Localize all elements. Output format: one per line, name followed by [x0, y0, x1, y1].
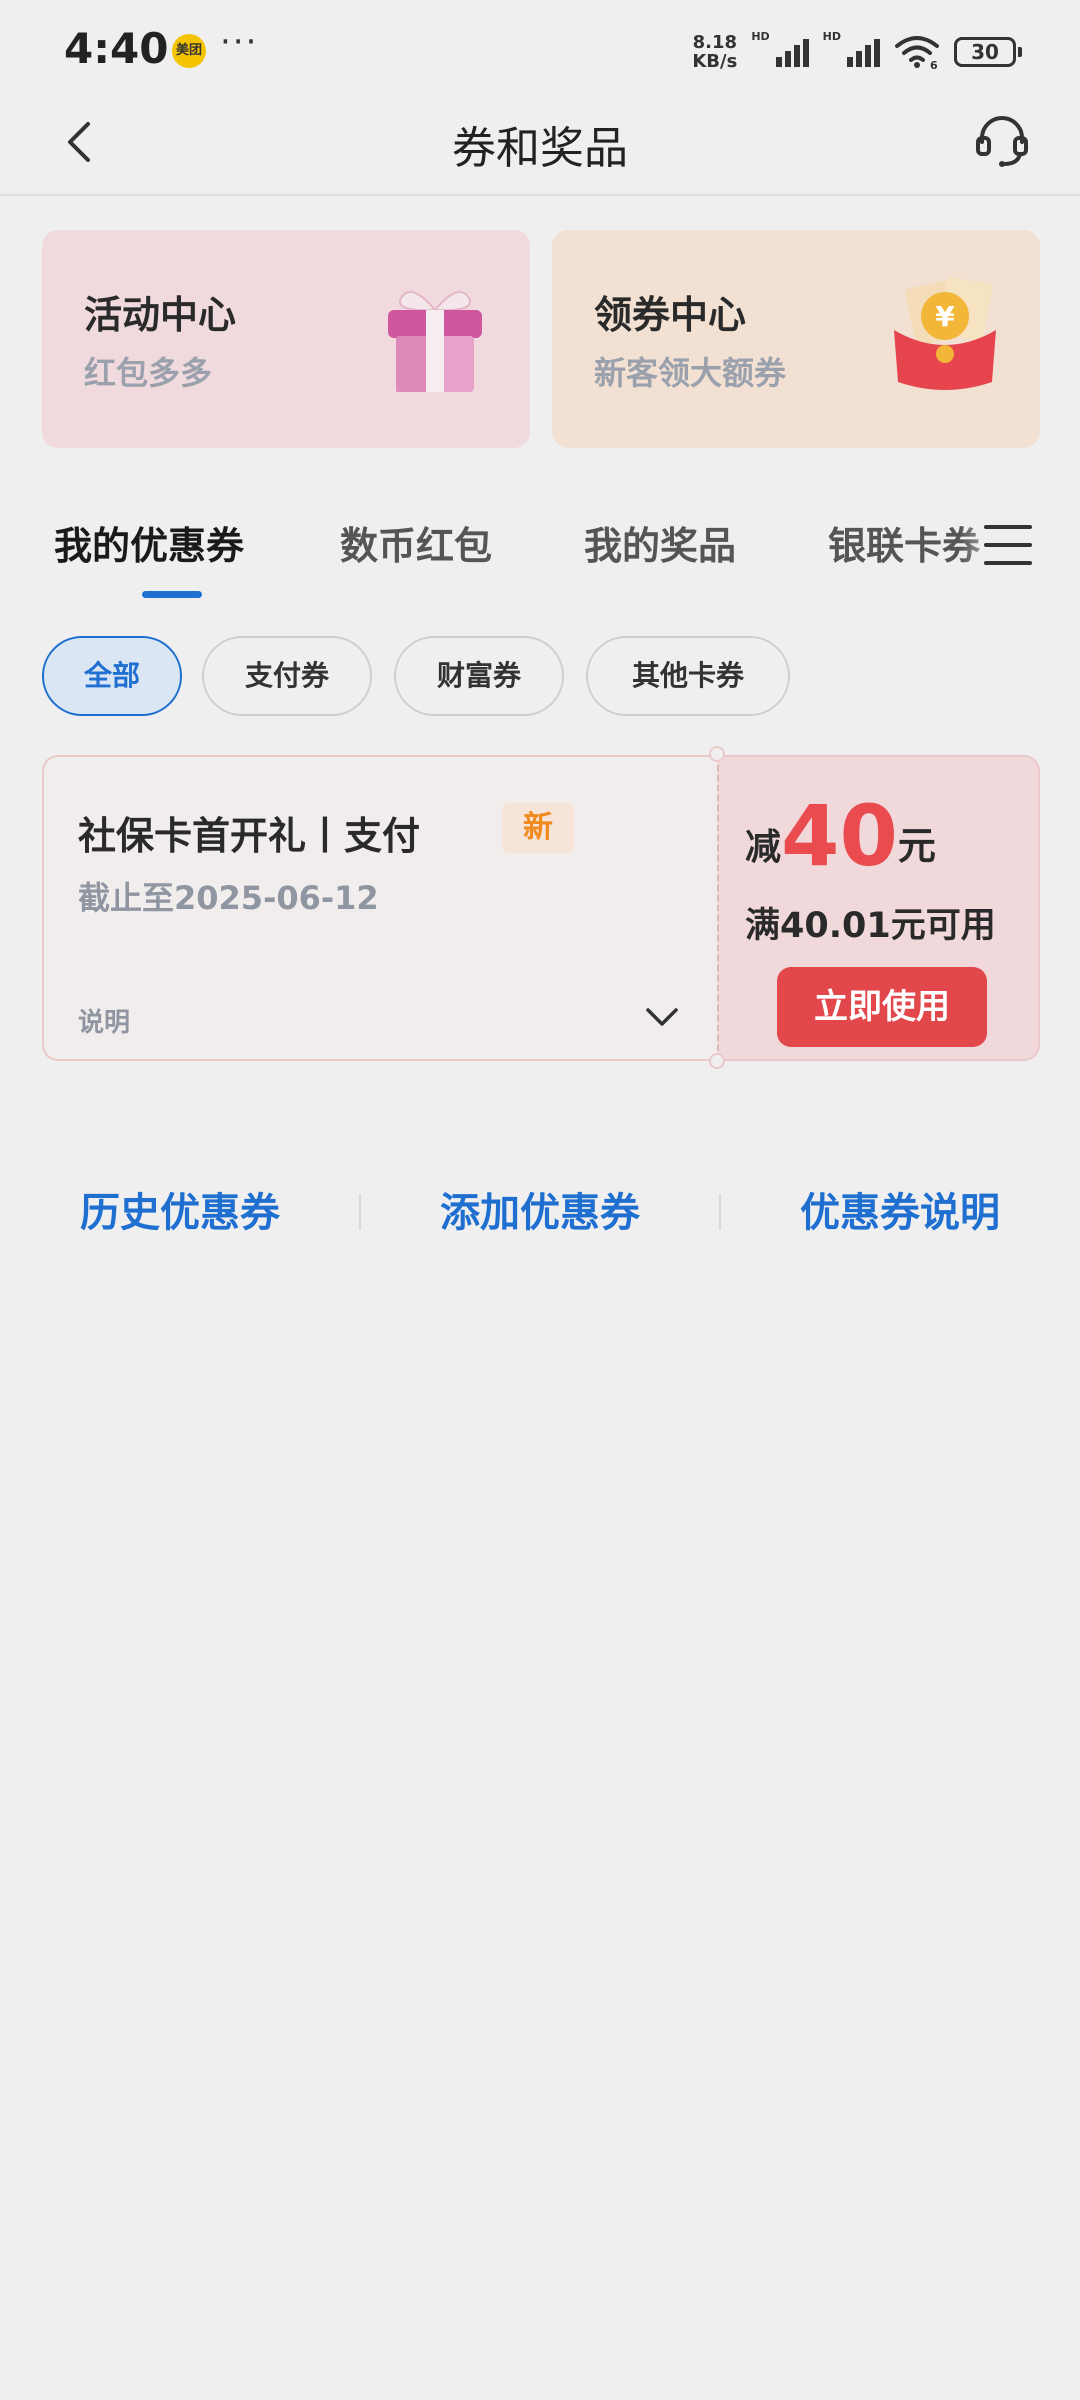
network-type-1: HD	[751, 30, 770, 43]
gift-box-icon	[388, 291, 482, 392]
coupon-expiry: 截止至2025-06-12	[78, 879, 379, 917]
coupon-condition: 满40.01元可用	[745, 906, 996, 946]
category-tabs: 我的优惠券 数币红包 我的奖品 银联卡券	[0, 515, 1080, 605]
status-bar: 4:40 美团 ··· 8.18 KB/s HD HD 6 30	[0, 0, 1080, 100]
page-title: 券和奖品	[452, 123, 628, 174]
network-speed-unit: KB/s	[692, 51, 738, 72]
history-coupons-link[interactable]: 历史优惠券	[0, 1180, 360, 1238]
coupon-links: 历史优惠券 添加优惠券 优惠券说明	[0, 1180, 1080, 1240]
promo-title: 领券中心	[594, 293, 747, 337]
network-speed: 8.18 KB/s	[692, 33, 737, 71]
coupon-center-card[interactable]: 领券中心 新客领大额券 ¥	[552, 230, 1040, 448]
coupon-description-toggle[interactable]: 说明	[78, 1002, 130, 1039]
tab-unionpay-card-coupons[interactable]: 银联卡券	[828, 515, 980, 570]
filter-chip-all[interactable]: 全部	[42, 636, 182, 716]
menu-icon[interactable]	[984, 525, 1032, 569]
amount-prefix: 减	[745, 827, 782, 868]
coupons-and-prizes-page: 4:40 美团 ··· 8.18 KB/s HD HD 6 30 券和奖品 活动…	[0, 0, 1080, 2400]
network-type-2: HD	[822, 30, 841, 43]
more-notifications-icon: ···	[220, 22, 259, 62]
status-indicators: 8.18 KB/s HD HD 6 30	[692, 30, 1022, 74]
coupon-amount: 减40元	[745, 787, 936, 885]
status-time: 4:40	[64, 24, 169, 73]
signal-icon	[847, 37, 880, 67]
red-envelope-icon: ¥	[894, 277, 996, 390]
tab-digital-red-packets[interactable]: 数币红包	[340, 515, 492, 570]
filter-chip-payment[interactable]: 支付券	[202, 636, 372, 716]
battery-icon: 30	[954, 37, 1022, 67]
amount-unit: 元	[897, 824, 936, 868]
activity-center-card[interactable]: 活动中心 红包多多	[42, 230, 530, 448]
promo-subtitle: 红包多多	[84, 354, 213, 392]
filter-chip-other[interactable]: 其他卡券	[586, 636, 790, 716]
signal-icon	[775, 37, 809, 67]
tab-my-prizes[interactable]: 我的奖品	[584, 515, 736, 570]
amount-value: 40	[781, 787, 898, 885]
svg-text:¥: ¥	[935, 300, 955, 333]
coupon-card[interactable]: 社保卡首开礼丨支付 新 截止至2025-06-12 说明 减40元 满40.01…	[42, 746, 1040, 1069]
add-coupon-link[interactable]: 添加优惠券	[360, 1180, 720, 1238]
wifi-badge: 6	[930, 59, 938, 70]
network-speed-value: 8.18	[692, 32, 738, 53]
coupon-notch-bottom	[709, 1053, 725, 1069]
promo-title: 活动中心	[84, 293, 237, 337]
coupon-notch-top	[709, 746, 725, 762]
wifi-icon: 6	[895, 36, 939, 70]
promo-subtitle: 新客领大额券	[594, 354, 787, 392]
active-tab-indicator	[142, 591, 202, 598]
coupon-help-link[interactable]: 优惠券说明	[720, 1180, 1080, 1238]
filter-chip-wealth[interactable]: 财富券	[394, 636, 564, 716]
nav-header: 券和奖品	[0, 100, 1080, 196]
coupon-value-panel: 减40元 满40.01元可用 立即使用	[717, 755, 1040, 1061]
tab-my-coupons[interactable]: 我的优惠券	[54, 515, 244, 570]
coupon-title: 社保卡首开礼丨支付	[78, 814, 421, 858]
headset-icon	[976, 116, 1028, 167]
new-badge: 新	[502, 803, 574, 853]
use-now-button[interactable]: 立即使用	[777, 967, 987, 1047]
coupon-info: 社保卡首开礼丨支付 新 截止至2025-06-12 说明	[42, 755, 717, 1061]
chevron-down-icon[interactable]	[642, 997, 682, 1037]
customer-service-button[interactable]	[972, 110, 1032, 170]
meituan-notification-icon: 美团	[172, 34, 206, 68]
